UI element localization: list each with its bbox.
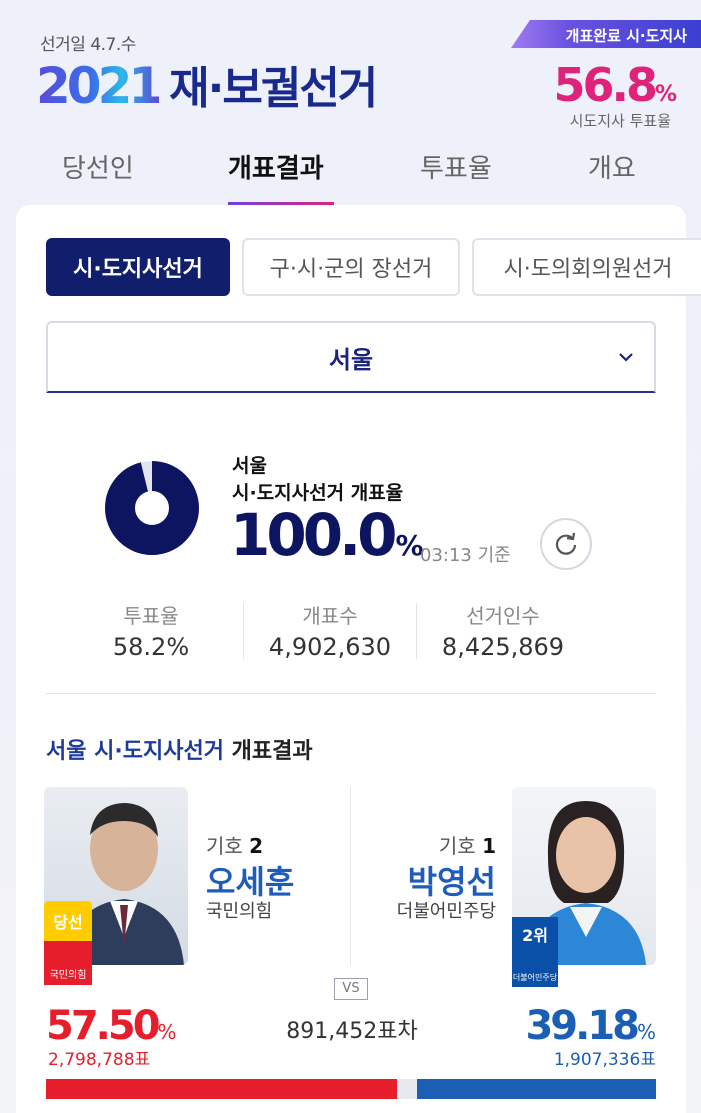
stat-value: 4,902,630: [268, 633, 392, 661]
count-region: 서울: [232, 455, 267, 477]
chip-council-election[interactable]: 시·도의회의원선거: [472, 238, 701, 296]
refresh-button[interactable]: [540, 518, 592, 570]
status-badge: 개표완료 시·도지사: [511, 20, 701, 48]
region-select[interactable]: 서울: [46, 321, 656, 393]
vote-share-others: [396, 1079, 417, 1099]
candidate-party: 더불어민주당: [396, 901, 496, 922]
result-title: 서울 시·도지사선거 개표결과: [46, 739, 313, 764]
title-year: 2021: [36, 57, 163, 115]
stat-divider: [416, 603, 417, 659]
stat-electorate: 선거인수 8,425,869: [418, 600, 588, 661]
vote-share-right: [417, 1079, 656, 1099]
candidate-number: 기호 2: [206, 834, 264, 858]
party-logo-ppp: 국민의힘: [44, 941, 92, 985]
tab-turnout[interactable]: 투표율: [420, 148, 492, 185]
title-text: 재·보궐선거: [169, 63, 378, 114]
main-tabs: 당선인 개표결과 투표율 개요: [0, 140, 701, 206]
results-card: 시·도지사선거 구·시·군의 장선거 시·도의회의원선거 서울 서울 시·도지사…: [16, 205, 701, 1113]
tab-winners[interactable]: 당선인: [62, 148, 134, 185]
candidate-percent: 57.50%: [46, 1003, 177, 1049]
stat-value: 58.2%: [112, 633, 190, 661]
refresh-icon: [555, 532, 577, 555]
vote-margin: 891,452표차: [286, 1019, 418, 1044]
stat-label: 투표율: [123, 604, 179, 628]
party-logo-dp: 더불어민주당: [512, 951, 558, 987]
stat-value: 8,425,869: [441, 633, 565, 661]
stat-label: 개표수: [302, 604, 358, 628]
tab-overview[interactable]: 개요: [588, 148, 636, 185]
region-select-value: 서울: [328, 345, 374, 374]
stat-counted: 개표수 4,902,630: [245, 600, 415, 661]
candidate-percent: 39.18%: [525, 1003, 656, 1049]
candidate-votes: 1,907,336표: [553, 1050, 656, 1070]
stat-label: 선거인수: [466, 604, 540, 628]
turnout-value: 56.8%: [553, 58, 677, 112]
vs-label: VS: [334, 978, 368, 1000]
divider: [46, 693, 656, 694]
chip-governor-election[interactable]: 시·도지사선거: [46, 238, 230, 296]
candidate-divider: [350, 787, 351, 965]
count-rate-donut: [105, 461, 199, 555]
stat-turnout: 투표율 58.2%: [66, 600, 236, 661]
vote-share-bar: [46, 1079, 656, 1099]
chevron-down-icon: [619, 353, 633, 362]
page-title: 2021 재·보궐선거: [36, 52, 378, 116]
candidate-party: 국민의힘: [206, 901, 273, 922]
vote-share-left: [46, 1079, 397, 1099]
tab-count-results[interactable]: 개표결과: [228, 148, 324, 185]
turnout-label: 시도지사 투표율: [569, 112, 671, 130]
winner-badge: 당선: [44, 901, 92, 941]
count-time: 03:13 기준: [420, 545, 511, 566]
count-rate: 100.0%: [230, 501, 424, 569]
candidate-number: 기호 1: [438, 834, 496, 858]
candidate-votes: 2,798,788표: [48, 1050, 151, 1070]
stat-divider: [243, 603, 244, 659]
rank-badge: 2위: [512, 917, 558, 951]
chip-mayor-election[interactable]: 구·시·군의 장선거: [242, 238, 460, 296]
